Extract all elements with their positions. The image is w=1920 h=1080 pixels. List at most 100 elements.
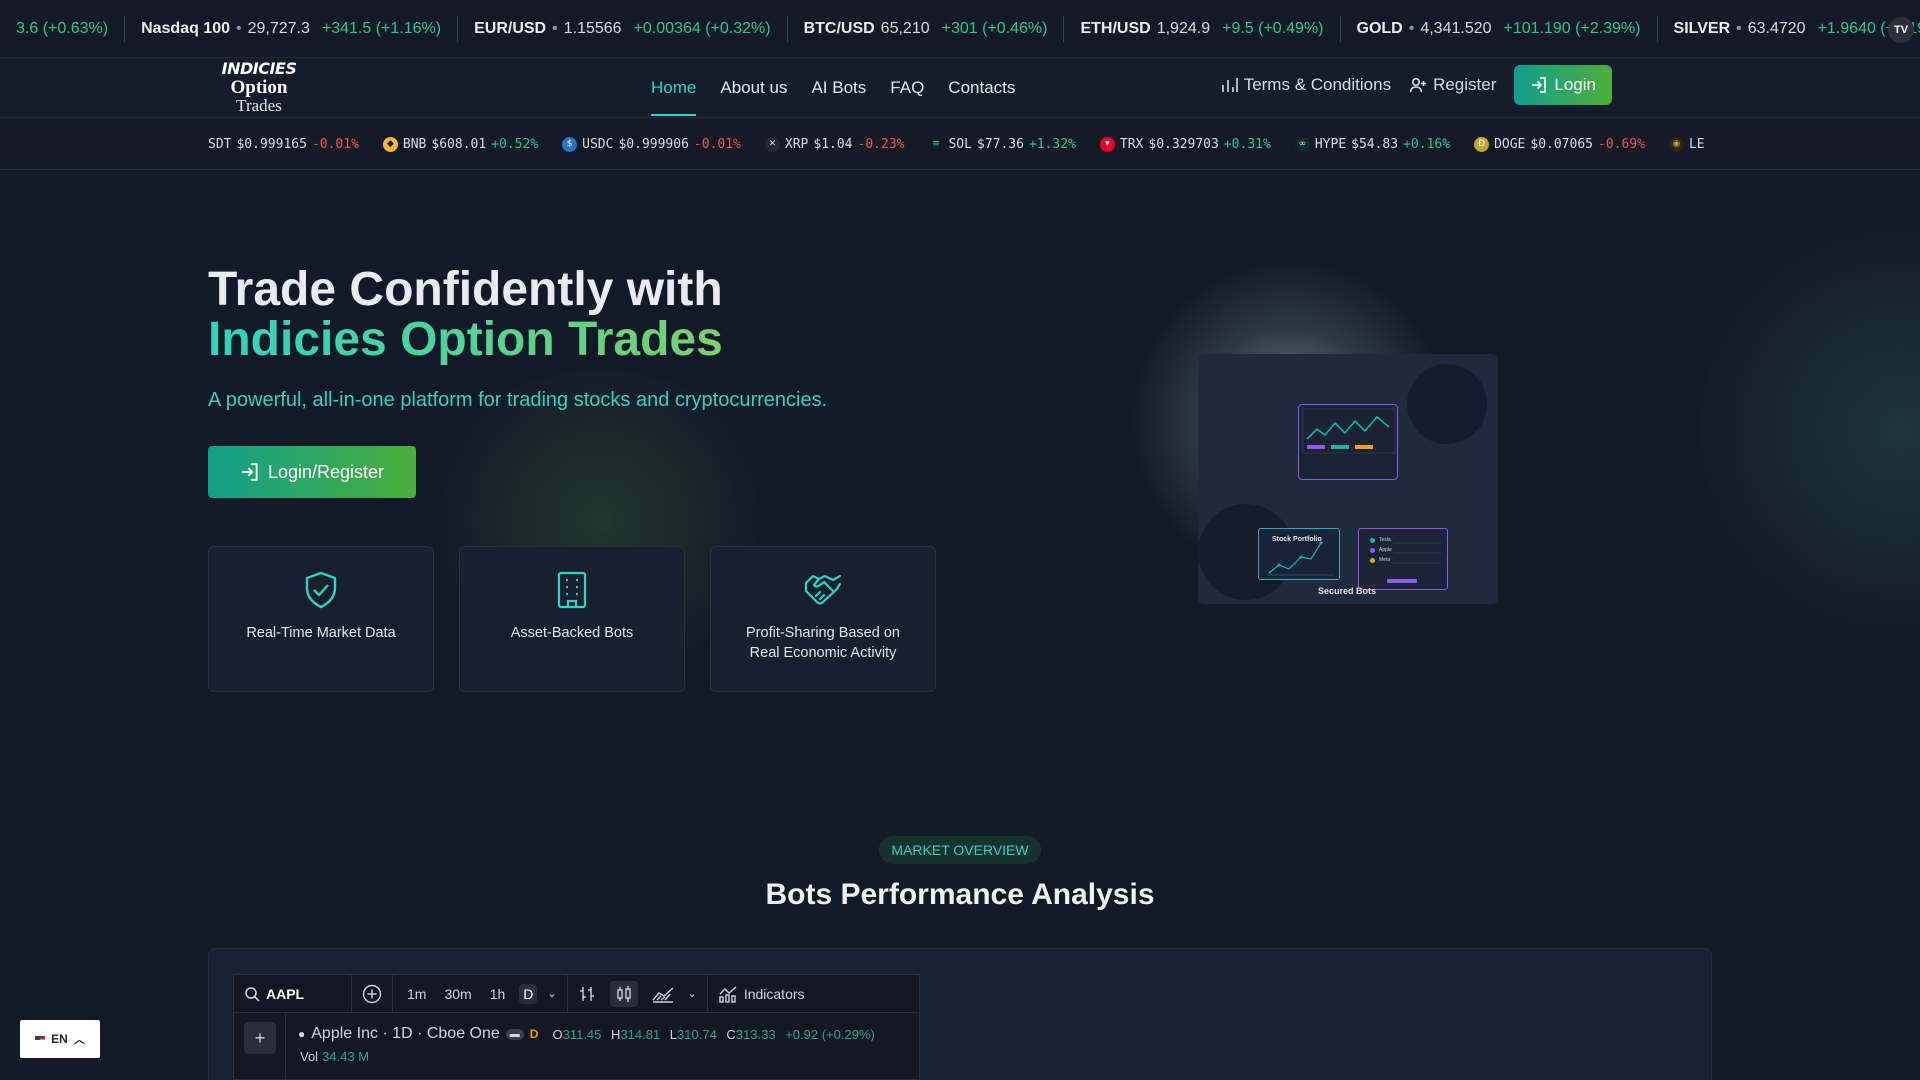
crypto-item[interactable]: ◆ BNB $608.01 +0.52% — [382, 136, 538, 152]
language-switcher[interactable]: EN ︿ — [20, 1020, 100, 1058]
hero-illustration: Stock Portfolio Tesla Apple Meta Secured… — [1198, 354, 1498, 604]
nav-contacts[interactable]: Contacts — [948, 72, 1015, 104]
crypto-item[interactable]: ∞ HYPE $54.83 +0.16% — [1294, 136, 1451, 152]
interval-d[interactable]: D — [519, 983, 538, 1004]
ticker-separator: • — [1408, 19, 1415, 37]
crypto-price: $0.07065 — [1530, 136, 1593, 152]
crypto-item[interactable]: Ð DOGE $0.07065 -0.69% — [1474, 136, 1645, 152]
site-logo[interactable]: INDICIES Option Trades — [221, 58, 297, 118]
crypto-item[interactable]: ✕ XRP $1.04 -0.23% — [764, 136, 905, 152]
indicators-button[interactable]: Indicators — [708, 975, 815, 1013]
register-link[interactable]: Register — [1409, 75, 1496, 95]
chevron-down-icon[interactable]: ⌄ — [688, 987, 697, 1000]
terms-link[interactable]: Terms & Conditions — [1220, 75, 1391, 95]
crypto-change: -0.69% — [1598, 136, 1645, 152]
chart-legend: ● Apple Inc · 1D · Cboe One ▬ D O311.45 … — [298, 1025, 881, 1043]
crypto-change: -0.01% — [311, 136, 359, 152]
legend-label: Meta — [1379, 557, 1391, 563]
crypto-change: -0.23% — [857, 136, 905, 152]
feature-label: Asset-Backed Bots — [510, 625, 634, 641]
candles-button[interactable] — [609, 980, 638, 1007]
login-button[interactable]: Login — [1514, 65, 1612, 105]
eye-icon[interactable]: ▬ — [505, 1028, 524, 1040]
crypto-symbol: BNB — [402, 136, 427, 152]
crypto-price: $54.83 — [1351, 136, 1399, 152]
ticker-item[interactable]: 3.6 (+0.63%) — [0, 15, 126, 42]
drawing-toolbar: + — [234, 1014, 286, 1079]
ticker-change: +0.00364 (+0.32%) — [633, 19, 771, 37]
interval-1h[interactable]: 1h — [486, 984, 510, 1004]
ticker-separator: • — [236, 19, 242, 37]
background-glow — [1700, 210, 1920, 650]
chevron-up-icon: ︿ — [73, 1034, 85, 1046]
ticker-change: 3.6 (+0.63%) — [16, 19, 109, 37]
area-chart-icon[interactable] — [652, 985, 674, 1003]
trend-line-icon — [1302, 408, 1396, 454]
ticker-symbol: GOLD — [1356, 19, 1403, 37]
crypto-item[interactable]: SDT $0.999165 -0.01% — [208, 137, 359, 152]
logo-line-1: INDICIES — [221, 58, 297, 78]
chart-toolbar: AAPL 1m 30m 1h D ⌄ ⌄ Indicators — [234, 975, 919, 1013]
crosshair-icon[interactable]: + — [244, 1022, 276, 1054]
crypto-symbol: TRX — [1119, 136, 1144, 152]
us-flag-icon — [35, 1035, 46, 1043]
ticker-item[interactable]: ETH/USD 1,924.9 +9.5 (+0.49%) — [1064, 15, 1341, 42]
legend-badge: D — [529, 1027, 539, 1041]
ohlc-values: O311.45 H314.81 L310.74 C313.33 +0.92 (+… — [552, 1026, 875, 1042]
ticker-item[interactable]: EUR/USD • 1.15566 +0.00364 (+0.32%) — [458, 15, 788, 42]
crypto-price: $77.36 — [976, 136, 1024, 152]
ticker-price: 65,210 — [880, 19, 930, 37]
ticker-price: 4,341.520 — [1420, 19, 1492, 37]
crypto-symbol: DOGE — [1494, 136, 1526, 152]
crypto-change: +0.31% — [1223, 136, 1271, 152]
nav-home[interactable]: Home — [651, 72, 697, 116]
close-value: 313.33 — [735, 1026, 776, 1042]
legend-item: Tesla — [1370, 537, 1391, 543]
ticker-item[interactable]: GOLD • 4,341.520 +101.190 (+2.39%) — [1341, 15, 1658, 42]
crypto-change: +0.16% — [1403, 136, 1451, 152]
usdc-icon: $ — [562, 136, 578, 152]
sol-icon: ≡ — [928, 136, 944, 152]
user-plus-icon — [1409, 77, 1427, 93]
login-register-label: Login/Register — [267, 461, 385, 482]
login-icon — [1532, 77, 1547, 93]
interval-1m[interactable]: 1m — [403, 984, 430, 1004]
apple-icon: ● — [298, 1027, 306, 1041]
bar-style-icon[interactable] — [578, 985, 596, 1003]
feature-card: Real-Time Market Data — [208, 546, 434, 692]
leo-icon: ◉ — [1668, 136, 1684, 152]
crypto-item[interactable]: $ USDC $0.999906 -0.01% — [562, 136, 741, 152]
ticker-item[interactable]: SILVER • 63.4720 +1.9640 (+3.19%) — [1658, 16, 1920, 42]
top-ticker-bar: 3.6 (+0.63%) Nasdaq 100 • 29,727.3 +341.… — [0, 0, 1920, 58]
crypto-item[interactable]: ▾ TRX $0.329703 +0.31% — [1099, 136, 1271, 152]
chart-type-group: ⌄ — [568, 975, 708, 1013]
chevron-down-icon[interactable]: ⌄ — [547, 987, 556, 1000]
crypto-ticker-bar: SDT $0.999165 -0.01% ◆ BNB $608.01 +0.52… — [0, 118, 1920, 170]
login-register-button[interactable]: Login/Register — [208, 446, 416, 498]
crypto-item[interactable]: ◉ LE — [1668, 136, 1705, 152]
hero-subtitle: A powerful, all-in-one platform for trad… — [208, 389, 828, 411]
ticker-symbol: Nasdaq 100 — [141, 19, 230, 37]
logo-line-2: Option — [230, 76, 288, 98]
tradingview-logo-icon[interactable]: TV — [1888, 17, 1914, 43]
volume-value: 34.43 M — [322, 1049, 370, 1064]
candles-icon — [616, 985, 631, 1002]
low-value: 310.74 — [677, 1026, 717, 1042]
legend-label: Tesla — [1379, 537, 1391, 543]
symbol-search[interactable]: AAPL — [234, 975, 352, 1013]
ticker-item[interactable]: Nasdaq 100 • 29,727.3 +341.5 (+1.16%) — [125, 15, 459, 42]
section-pill: MARKET OVERVIEW — [879, 836, 1041, 864]
legend-title: Apple Inc · 1D · Cboe One — [311, 1025, 500, 1042]
xrp-icon: ✕ — [764, 136, 780, 152]
ticker-item[interactable]: BTC/USD 65,210 +301 (+0.46%) — [788, 15, 1065, 42]
legend-item: Apple — [1370, 547, 1392, 553]
crypto-item[interactable]: ≡ SOL $77.36 +1.32% — [928, 136, 1076, 152]
nav-ai-bots[interactable]: AI Bots — [811, 72, 866, 104]
crypto-change: +1.32% — [1028, 136, 1076, 152]
compare-button[interactable] — [352, 975, 393, 1013]
interval-30m[interactable]: 30m — [440, 984, 475, 1004]
nav-faq[interactable]: FAQ — [890, 72, 924, 104]
nav-about[interactable]: About us — [720, 72, 787, 104]
chart-widget[interactable]: AAPL 1m 30m 1h D ⌄ ⌄ Indicators + ● Appl… — [233, 974, 920, 1080]
crypto-symbol: XRP — [784, 136, 809, 152]
